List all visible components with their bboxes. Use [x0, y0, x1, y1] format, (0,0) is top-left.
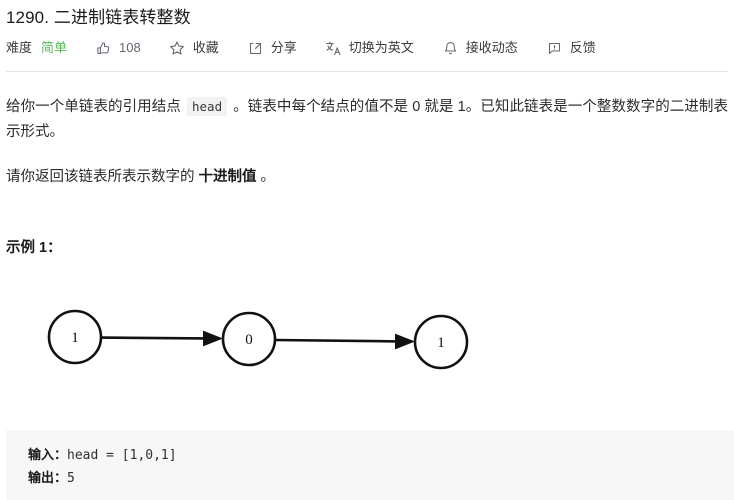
linked-list-diagram-wrap: 1 0 1	[0, 259, 734, 392]
translate-button[interactable]: 切换为英文	[325, 39, 414, 57]
arrow-head-1-2	[395, 333, 415, 350]
code-input-key: 输入：	[28, 447, 68, 462]
problem-content: 给你一个单链表的引用结点 head 。链表中每个结点的值不是 0 就是 1。已知…	[0, 72, 734, 259]
desc-p1-text-before: 给你一个单链表的引用结点	[6, 99, 185, 115]
problem-meta-toolbar: 难度 简单 108 收藏 分享 切换为英文 接收动态 反馈	[0, 30, 734, 57]
difficulty-badge: 简单	[41, 40, 68, 55]
desc-p2-emphasis: 十进制值	[198, 169, 257, 185]
list-node-value-2: 1	[437, 335, 445, 351]
subscribe-label: 接收动态	[465, 40, 518, 55]
thumbs-up-icon	[95, 40, 112, 57]
code-output-value: 5	[67, 471, 75, 486]
desc-p2-text-after: 。	[256, 169, 276, 185]
translate-label: 切换为英文	[348, 40, 414, 55]
like-button[interactable]: 108	[95, 39, 141, 57]
description-paragraph-2: 请你返回该链表所表示数字的 十进制值 。	[6, 145, 728, 190]
list-node-value-1: 0	[245, 332, 253, 348]
page-title: 1290. 二进制链表转整数	[6, 8, 191, 27]
star-icon	[169, 40, 186, 57]
example-code-block: 输入：head = [1,0,1] 输出：5	[6, 430, 734, 500]
translate-icon	[325, 40, 342, 57]
edge-1-2	[274, 338, 398, 343]
difficulty-label: 难度	[6, 40, 33, 55]
share-button[interactable]: 分享	[247, 39, 297, 57]
feedback-label: 反馈	[569, 40, 596, 55]
code-input-value: head = [1,0,1]	[67, 448, 177, 463]
subscribe-button[interactable]: 接收动态	[442, 39, 518, 57]
list-node-value-0: 1	[71, 330, 79, 346]
share-label: 分享	[270, 40, 297, 55]
like-count: 108	[119, 40, 141, 55]
feedback-icon	[546, 40, 563, 57]
arrow-head-0-1	[203, 330, 223, 347]
feedback-button[interactable]: 反馈	[546, 39, 596, 57]
favorite-button[interactable]: 收藏	[169, 39, 219, 57]
code-line-output: 输出：5	[28, 467, 734, 490]
inline-code-head: head	[187, 97, 228, 116]
edge-0-1	[100, 336, 206, 340]
linked-list-diagram: 1 0 1	[47, 309, 469, 370]
code-output-key: 输出：	[28, 470, 68, 485]
code-line-input: 输入：head = [1,0,1]	[28, 444, 734, 467]
desc-p2-text-before: 请你返回该链表所表示数字的	[6, 169, 199, 185]
favorite-label: 收藏	[192, 40, 219, 55]
share-icon	[247, 40, 264, 57]
bell-icon	[442, 40, 459, 57]
description-paragraph-1: 给你一个单链表的引用结点 head 。链表中每个结点的值不是 0 就是 1。已知…	[6, 72, 728, 145]
problem-page: 1290. 二进制链表转整数 难度 简单 108 收藏 分享 切换为英文 接收动…	[0, 0, 734, 500]
example-heading: 示例 1：	[6, 240, 62, 256]
